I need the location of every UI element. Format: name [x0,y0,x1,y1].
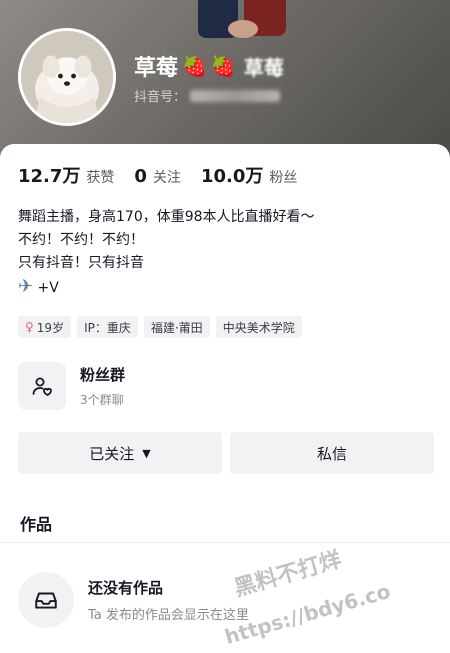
stat-likes[interactable]: 12.7万 获赞 [18,162,114,188]
airplane-icon: ✈ [18,276,34,297]
female-icon: ♀ [25,320,34,334]
bio-contact-line: ✈ +V [18,275,315,300]
header-cover-photo [198,0,288,40]
stat-value: 12.7万 [18,166,81,187]
fan-group-text: 粉丝群 3个群聊 [80,364,125,408]
douyin-id-label: 抖音号： [134,90,187,105]
works-empty-state: 还没有作品 Ta 发布的作品会显示在这里 [18,572,249,628]
fan-group-title: 粉丝群 [80,366,126,384]
tag-hometown: 福建·莆田 [143,316,210,338]
message-button[interactable]: 私信 [230,432,434,474]
following-button[interactable]: 已关注 ▼ [18,432,222,474]
profile-card: 12.7万 获赞 0 关注 10.0万 粉丝 舞蹈主播，身高170，体重98本人… [0,144,450,653]
tab-works[interactable]: 作品 [20,511,52,535]
tag-age: ♀ 19岁 [18,316,72,338]
stat-label: 获赞 [86,170,115,186]
bio-contact-suffix: +V [37,280,59,296]
caret-down-icon: ▼ [142,446,151,460]
empty-title: 还没有作品 [88,579,164,597]
douyin-id-blurred-value [190,89,281,102]
divider [0,542,450,543]
nickname-tail-text: 草莓 [243,55,284,80]
profile-tags: ♀ 19岁 IP：重庆 福建·莆田 中央美术学院 [18,316,302,338]
stat-following[interactable]: 0 关注 [134,166,181,187]
empty-subtitle: Ta 发布的作品会显示在这里 [88,608,249,623]
strawberry-icon: 🍓 [210,54,236,78]
nickname-text: 草莓 [134,56,179,81]
white-puppy-avatar-icon [21,31,113,123]
stats-row: 12.7万 获赞 0 关注 10.0万 粉丝 [18,162,297,188]
bio-line: 不约！不约！不约！ [18,232,144,248]
empty-text: 还没有作品 Ta 发布的作品会显示在这里 [88,577,249,623]
strawberry-icon: 🍓 [182,54,207,78]
bio: 舞蹈主播，身高170，体重98本人比直播好看～ 不约！不约！不约！ 只有抖音！只… [18,206,315,300]
stat-label: 关注 [152,170,181,186]
tag-text: 19岁 [36,320,65,335]
message-button-label: 私信 [316,444,347,463]
following-button-label: 已关注 [89,444,135,463]
fan-group-subtitle: 3个群聊 [80,393,124,407]
fan-group-entry[interactable]: 粉丝群 3个群聊 [18,362,125,410]
bio-line: 只有抖音！只有抖音 [18,255,144,271]
tag-ip: IP：重庆 [77,316,138,338]
avatar[interactable] [18,28,116,126]
stat-label: 粉丝 [269,170,298,186]
stat-followers[interactable]: 10.0万 粉丝 [201,162,297,188]
stat-value: 10.0万 [200,166,264,187]
user-heart-icon [18,362,66,410]
nickname: 草莓 🍓 🍓 草莓 [134,50,284,82]
douyin-id[interactable]: 抖音号： [134,86,281,105]
profile-actions: 已关注 ▼ 私信 [18,432,434,474]
bio-line: 舞蹈主播，身高170，体重98本人比直播好看～ [18,209,315,225]
inbox-tray-icon [18,572,74,628]
stat-value: 0 [134,166,147,187]
tag-school[interactable]: 中央美术学院 [215,316,302,338]
